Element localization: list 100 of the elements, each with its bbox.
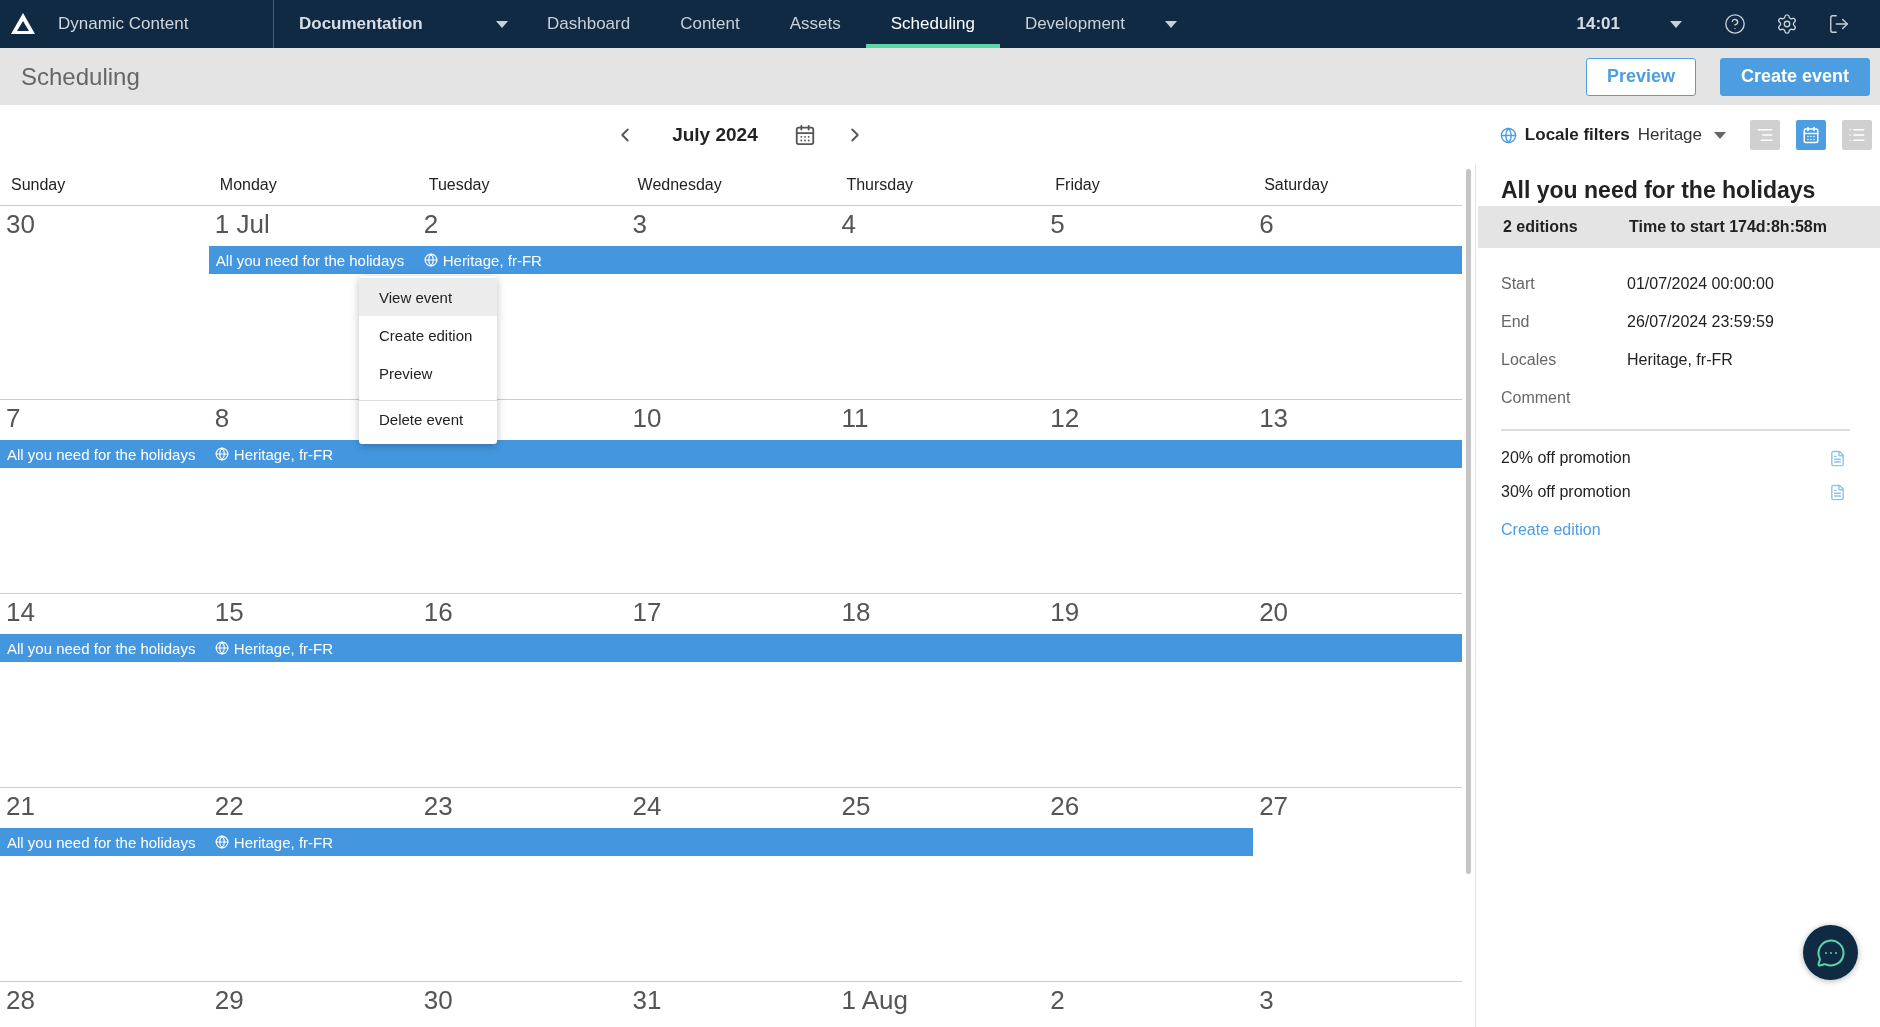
date-number: 28 [6,986,35,1016]
date-number: 2 [423,210,439,240]
event-title: All you need for the holidays [7,445,196,463]
field-label: Locales [1501,351,1558,369]
clock-dropdown[interactable]: 14:01 [1576,0,1682,48]
menu-item[interactable]: View event [359,278,497,316]
weekday-header: Wednesday [636,176,723,194]
date-number: 23 [423,792,453,822]
nav-tab[interactable]: Dashboard [522,0,656,48]
caret-icon [1670,20,1682,28]
logo-icon [10,12,36,36]
nav-tab[interactable]: Assets [764,0,866,48]
weekday-header: Sunday [10,176,67,194]
date-number: 16 [423,598,453,628]
menu-item[interactable]: Create edition [359,316,497,354]
date-number: 31 [632,986,662,1016]
date-number: 2 [1050,986,1065,1016]
weekday-header: Saturday [1263,176,1330,194]
event-title: All you need for the holidays [7,833,196,851]
weekday-header: Thursday [845,176,915,194]
scrollbar-thumb[interactable] [1466,169,1471,874]
help-icon[interactable] [1724,13,1746,35]
page-title: Scheduling [21,62,141,91]
date-number: 30 [6,210,35,240]
view-toggle[interactable] [1796,120,1826,150]
view-toggle[interactable] [1750,120,1780,150]
view-toggle[interactable] [1842,120,1872,150]
chat-icon [1815,937,1846,968]
globe-icon [214,641,229,655]
date-number: 1 Jul [214,210,270,240]
caret-icon [1165,20,1178,28]
hub-dropdown[interactable]: Documentation [274,0,522,48]
date-number: 24 [632,792,662,822]
date-number: 20 [1259,598,1289,628]
menu-item[interactable]: Preview [359,354,497,392]
globe-icon [214,835,229,849]
field-label: Comment [1501,389,1572,407]
date-number: 10 [632,404,662,434]
menu-item[interactable]: Delete event [359,400,497,438]
event-locales: Heritage, fr-FR [233,445,334,463]
field-label: End [1501,313,1531,331]
event-locales: Heritage, fr-FR [442,251,542,269]
document-icon[interactable] [1829,449,1846,467]
calendar-icon[interactable] [793,124,816,146]
date-number: 13 [1259,404,1289,434]
date-number: 26 [1050,792,1080,822]
weekday-header: Friday [1054,176,1101,194]
event-locales: Heritage, fr-FR [233,639,334,657]
date-number: 5 [1050,210,1065,240]
editions-count: 2 editions [1503,218,1579,236]
month-title: July 2024 [672,124,758,146]
list-icon [1848,126,1866,144]
date-number: 30 [423,986,453,1016]
nav-tab[interactable]: Development [999,0,1203,48]
date-number: 6 [1259,210,1274,240]
globe-icon [214,447,229,461]
date-number: 15 [214,598,244,628]
edition-name: 20% off promotion [1501,449,1631,467]
date-number: 4 [841,210,856,240]
date-number: 17 [632,598,662,628]
caret-icon [496,20,508,28]
weekday-header: Tuesday [427,176,491,194]
date-number: 21 [6,792,35,822]
date-number: 19 [1050,598,1080,628]
date-number: 18 [841,598,871,628]
date-number: 11 [841,404,869,434]
date-number: 3 [632,210,648,240]
date-number: 1 Aug [841,986,908,1016]
date-number: 14 [6,598,35,628]
weekday-header: Monday [218,176,278,194]
caret-icon [1714,131,1726,139]
field-value: 01/07/2024 00:00:00 [1627,275,1774,293]
chat-button[interactable] [1803,925,1858,980]
date-number: 25 [841,792,871,822]
date-number: 22 [214,792,244,822]
calendar-icon [1802,126,1820,144]
event-title: All you need for the holidays [215,251,405,269]
field-value: 26/07/2024 23:59:59 [1627,313,1774,331]
document-icon[interactable] [1829,483,1846,501]
event-title: All you need for the holidays [7,639,196,657]
event-heading: All you need for the holidays [1500,176,1817,205]
date-number: 12 [1050,404,1080,434]
logout-icon[interactable] [1828,13,1850,35]
date-number: 29 [214,986,244,1016]
field-label: Start [1501,275,1536,293]
locale-dropdown[interactable]: Heritage [1637,125,1726,145]
lines-icon [1756,126,1774,144]
filter-label: Locale filters [1524,125,1630,145]
settings-icon[interactable] [1776,13,1798,35]
time-to-start: Time to start 174d:8h:58m [1629,218,1827,236]
globe-icon [423,253,438,267]
date-number: 27 [1259,792,1289,822]
date-number: 8 [214,404,230,434]
nav-tab[interactable]: Content [655,0,765,48]
edition-name: 30% off promotion [1501,483,1631,501]
app-name: Dynamic Content [58,14,189,34]
event-locales: Heritage, fr-FR [233,833,334,851]
date-number: 3 [1259,986,1274,1016]
date-number: 7 [6,404,21,434]
field-value: Heritage, fr-FR [1627,351,1733,369]
